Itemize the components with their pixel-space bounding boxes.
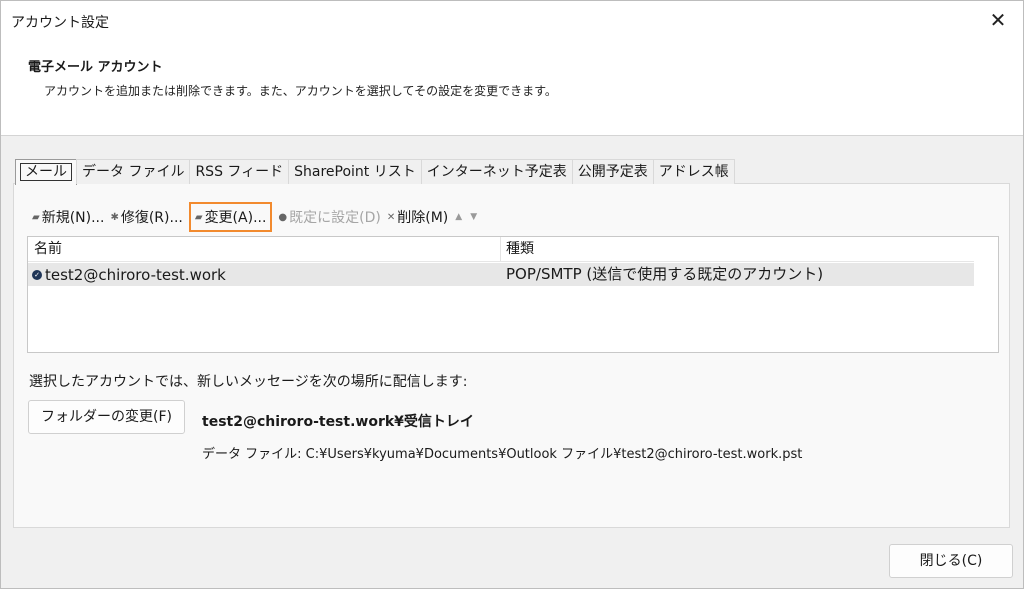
dialog-header: 電子メール アカウント アカウントを追加または削除できます。また、アカウントを選…: [1, 41, 1023, 136]
account-list-header: 名前 種類: [28, 237, 974, 262]
header-title: 電子メール アカウント: [28, 60, 163, 75]
delete-label: 削除(M): [397, 210, 449, 226]
tab-address-books[interactable]: アドレス帳: [652, 159, 735, 184]
set-default-label: 既定に設定(D): [289, 210, 381, 226]
delete-icon: ✕: [386, 211, 396, 223]
window-title: アカウント設定: [11, 15, 109, 31]
title-bar: アカウント設定 ✕: [1, 1, 1023, 41]
column-header-name[interactable]: 名前: [28, 237, 501, 261]
tab-mail[interactable]: メール: [15, 159, 77, 185]
set-default-icon: ●: [278, 211, 288, 223]
header-description: アカウントを追加または削除できます。また、アカウントを選択してその設定を変更でき…: [44, 84, 557, 98]
repair-button[interactable]: ✱ 修復(R)...: [107, 205, 185, 229]
change-icon: ▰: [194, 211, 203, 223]
tab-internet-calendars[interactable]: インターネット予定表: [420, 159, 573, 184]
tab-panel: [13, 183, 1010, 528]
move-up-icon[interactable]: ▲: [451, 212, 466, 222]
tab-rss-feeds[interactable]: RSS フィード: [189, 159, 290, 184]
delete-button[interactable]: ✕ 削除(M): [384, 205, 451, 229]
repair-icon: ✱: [110, 211, 119, 223]
account-type: POP/SMTP (送信で使用する既定のアカウント): [506, 265, 824, 283]
data-file-path: データ ファイル: C:¥Users¥kyuma¥Documents¥Outlo…: [202, 447, 803, 462]
new-account-button[interactable]: ▰ 新規(N)...: [29, 205, 107, 229]
new-account-icon: ▰: [32, 211, 40, 223]
account-name-cell: ✓ test2@chiroro-test.work: [28, 263, 501, 286]
account-settings-dialog: アカウント設定 ✕ 電子メール アカウント アカウントを追加または削除できます。…: [0, 0, 1024, 589]
tab-sharepoint-lists[interactable]: SharePoint リスト: [288, 159, 422, 184]
change-label: 変更(A)...: [204, 210, 267, 226]
tab-data-files[interactable]: データ ファイル: [76, 159, 191, 184]
default-account-check-icon: ✓: [32, 269, 42, 280]
delivery-label: 選択したアカウントでは、新しいメッセージを次の場所に配信します:: [29, 374, 468, 390]
delivery-target: test2@chiroro-test.work¥受信トレイ: [202, 414, 474, 430]
account-list: 名前 種類 ✓ test2@chiroro-test.work POP/SMTP…: [27, 236, 999, 353]
account-toolbar: ▰ 新規(N)... ✱ 修復(R)... ▰ 変更(A)... ● 既定に設定…: [29, 202, 481, 232]
change-folder-button[interactable]: フォルダーの変更(F): [28, 400, 185, 434]
change-button[interactable]: ▰ 変更(A)...: [188, 202, 273, 232]
account-name: test2@chiroro-test.work: [45, 265, 226, 284]
tab-published-calendars[interactable]: 公開予定表: [571, 159, 654, 184]
column-header-type[interactable]: 種類: [501, 237, 974, 261]
close-button[interactable]: 閉じる(C): [889, 544, 1013, 578]
account-row[interactable]: ✓ test2@chiroro-test.work POP/SMTP (送信で使…: [28, 263, 974, 286]
close-icon[interactable]: ✕: [981, 5, 1015, 35]
tab-strip: メール データ ファイル RSS フィード SharePoint リスト インタ…: [15, 159, 735, 185]
tab-mail-label: メール: [20, 163, 72, 181]
repair-label: 修復(R)...: [120, 210, 183, 226]
set-default-button[interactable]: ● 既定に設定(D): [275, 205, 383, 229]
move-down-icon[interactable]: ▼: [466, 212, 481, 222]
new-account-label: 新規(N)...: [41, 210, 105, 226]
